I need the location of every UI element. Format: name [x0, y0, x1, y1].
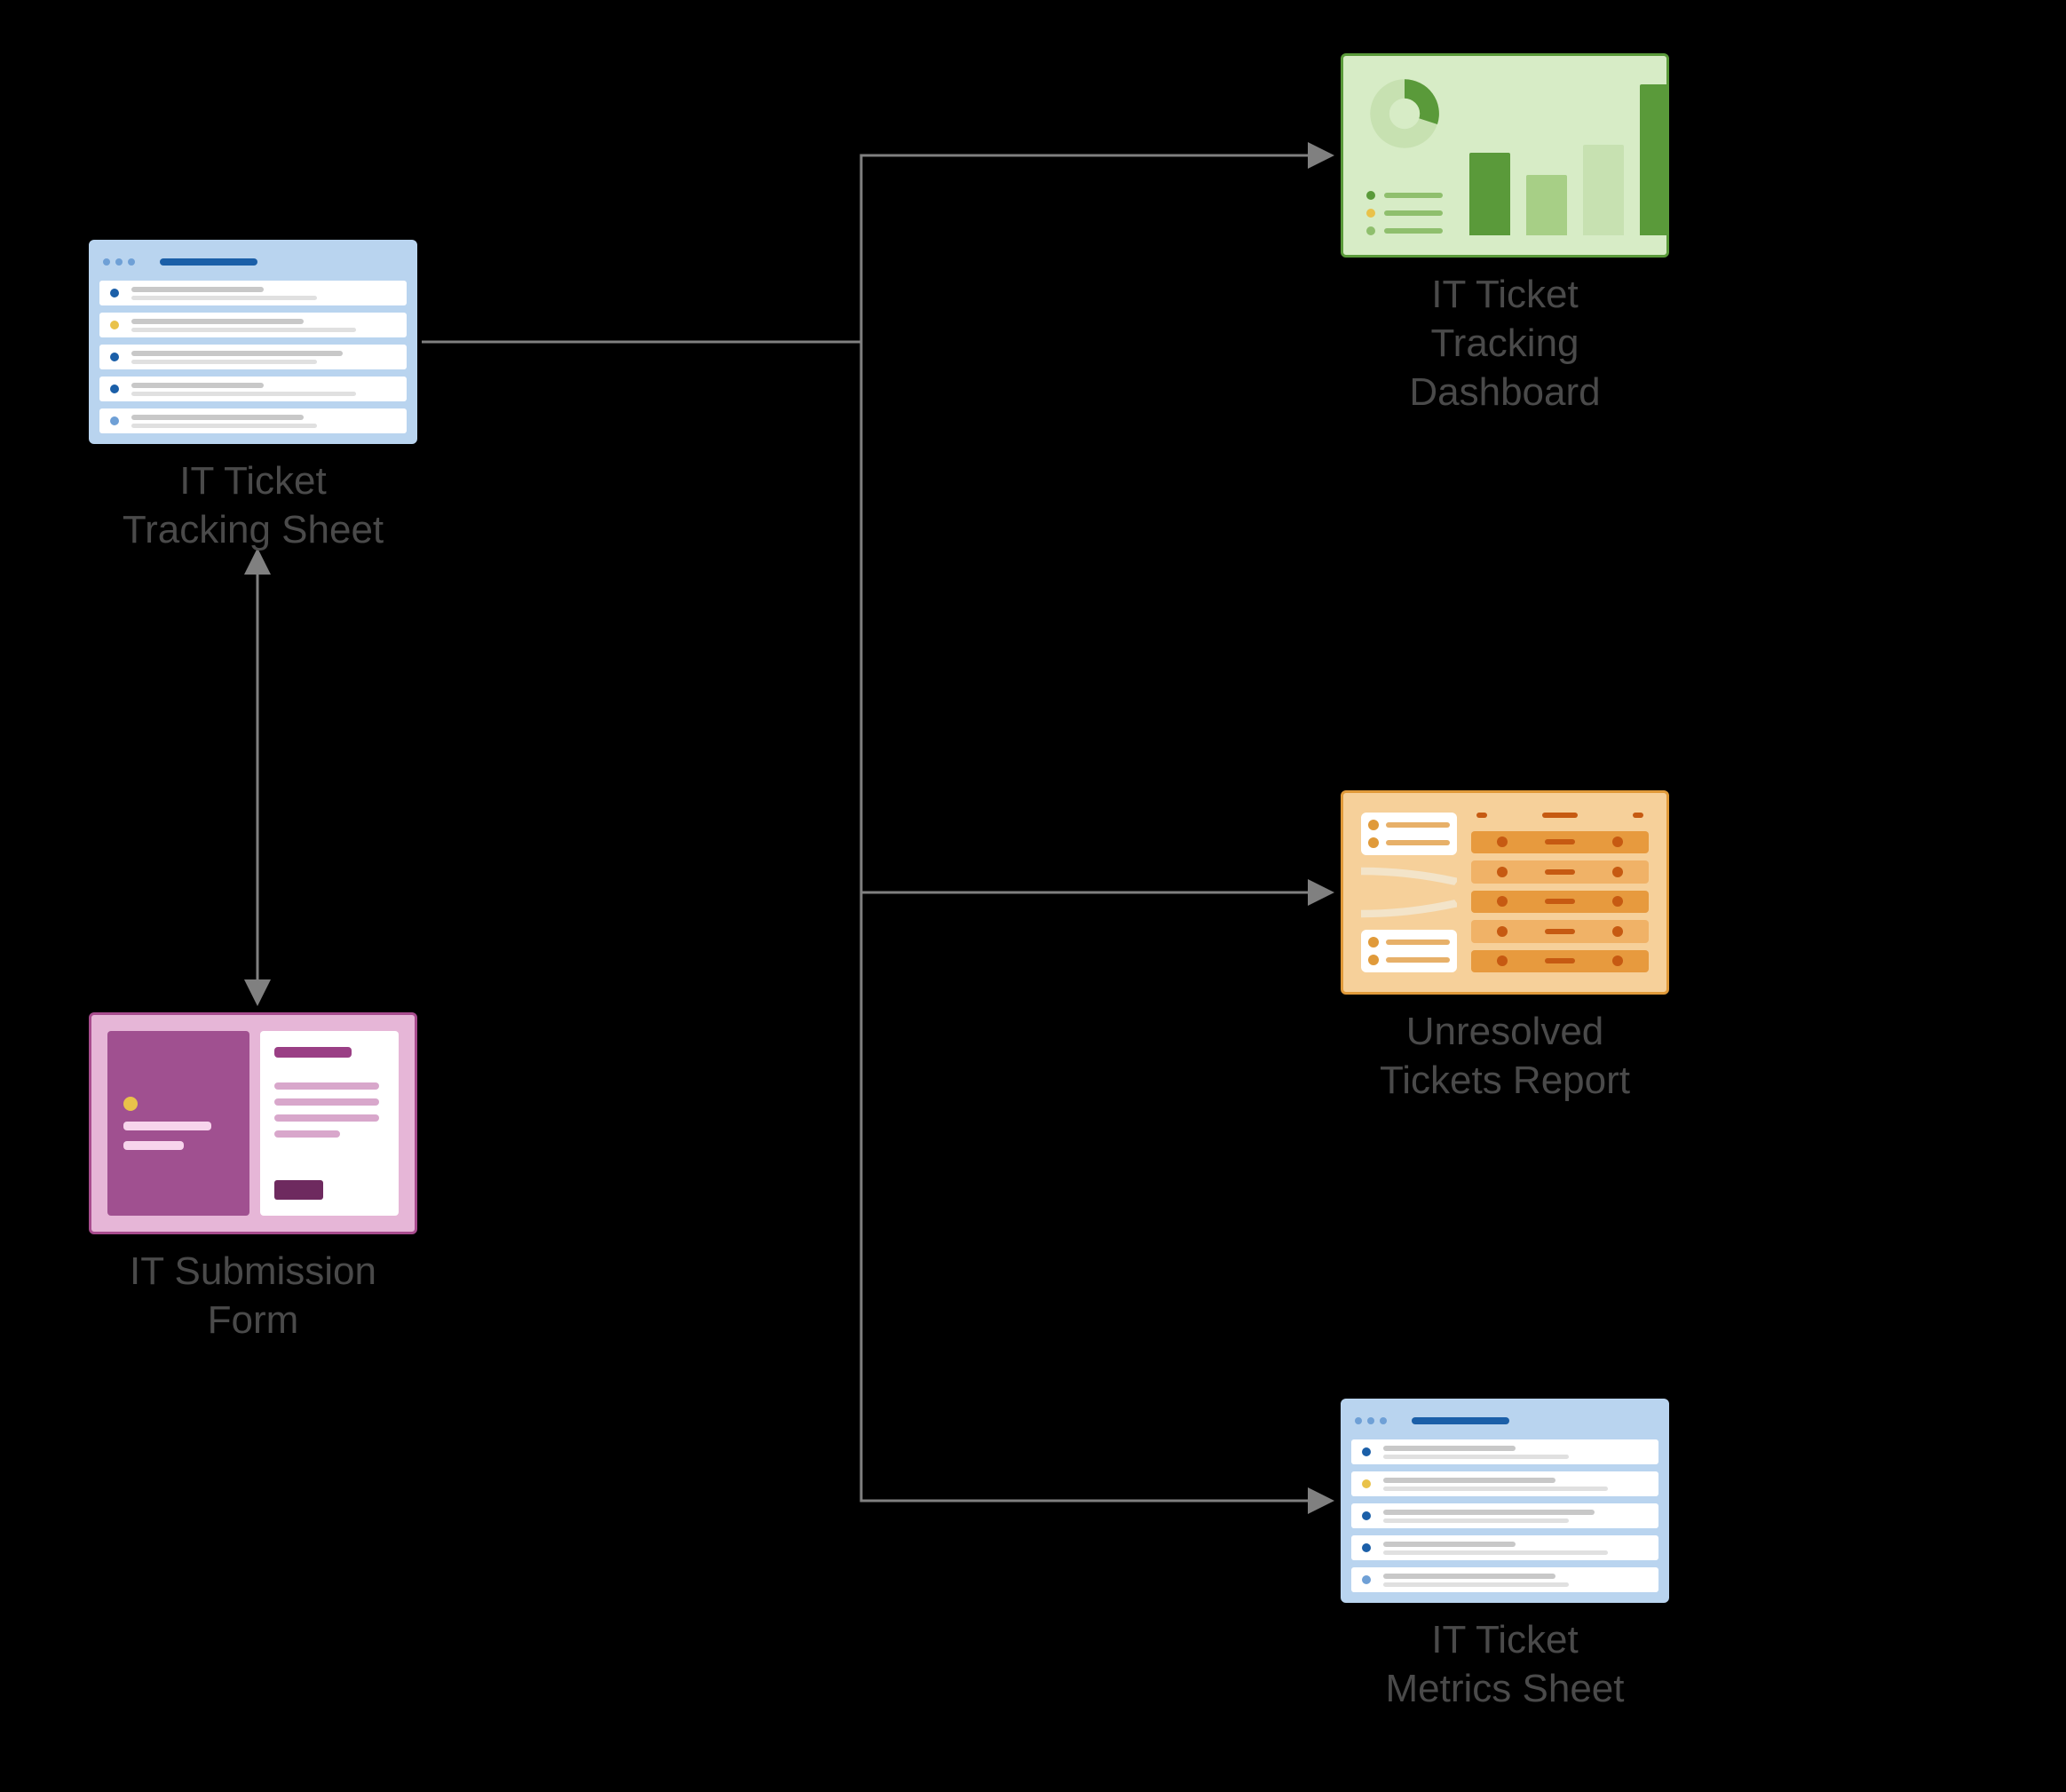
node-report: Unresolved Tickets Report [1341, 790, 1669, 1105]
chart-bar [1583, 145, 1624, 235]
sheet-row [99, 345, 407, 369]
node-label: IT Ticket Tracking Dashboard [1409, 270, 1600, 416]
node-label: IT Ticket Metrics Sheet [1386, 1615, 1625, 1713]
legend-item [1366, 226, 1443, 235]
sheet-row [1351, 1503, 1658, 1528]
sheet-row [99, 281, 407, 305]
node-label: IT Submission Form [130, 1247, 376, 1344]
node-submission-form: IT Submission Form [89, 1012, 417, 1344]
sheet-row [99, 377, 407, 401]
form-icon [89, 1012, 417, 1234]
chart-bar [1469, 153, 1510, 236]
node-dashboard: IT Ticket Tracking Dashboard [1341, 53, 1669, 416]
sheet-row [1351, 1471, 1658, 1496]
dashboard-icon [1341, 53, 1669, 258]
chart-bar [1526, 175, 1567, 235]
node-tracking-sheet: IT Ticket Tracking Sheet [89, 240, 417, 554]
sheet-row [1351, 1535, 1658, 1560]
sheet-row [99, 313, 407, 337]
node-metrics-sheet: IT Ticket Metrics Sheet [1341, 1399, 1669, 1713]
node-label: IT Ticket Tracking Sheet [123, 456, 384, 554]
sheet-row [99, 408, 407, 433]
sheet-icon [1341, 1399, 1669, 1603]
chart-bar [1640, 84, 1669, 235]
sheet-icon [89, 240, 417, 444]
legend-item [1366, 191, 1443, 200]
sheet-row [1351, 1567, 1658, 1592]
report-icon [1341, 790, 1669, 995]
node-label: Unresolved Tickets Report [1380, 1007, 1630, 1105]
sheet-row [1351, 1439, 1658, 1464]
legend-item [1366, 209, 1443, 218]
